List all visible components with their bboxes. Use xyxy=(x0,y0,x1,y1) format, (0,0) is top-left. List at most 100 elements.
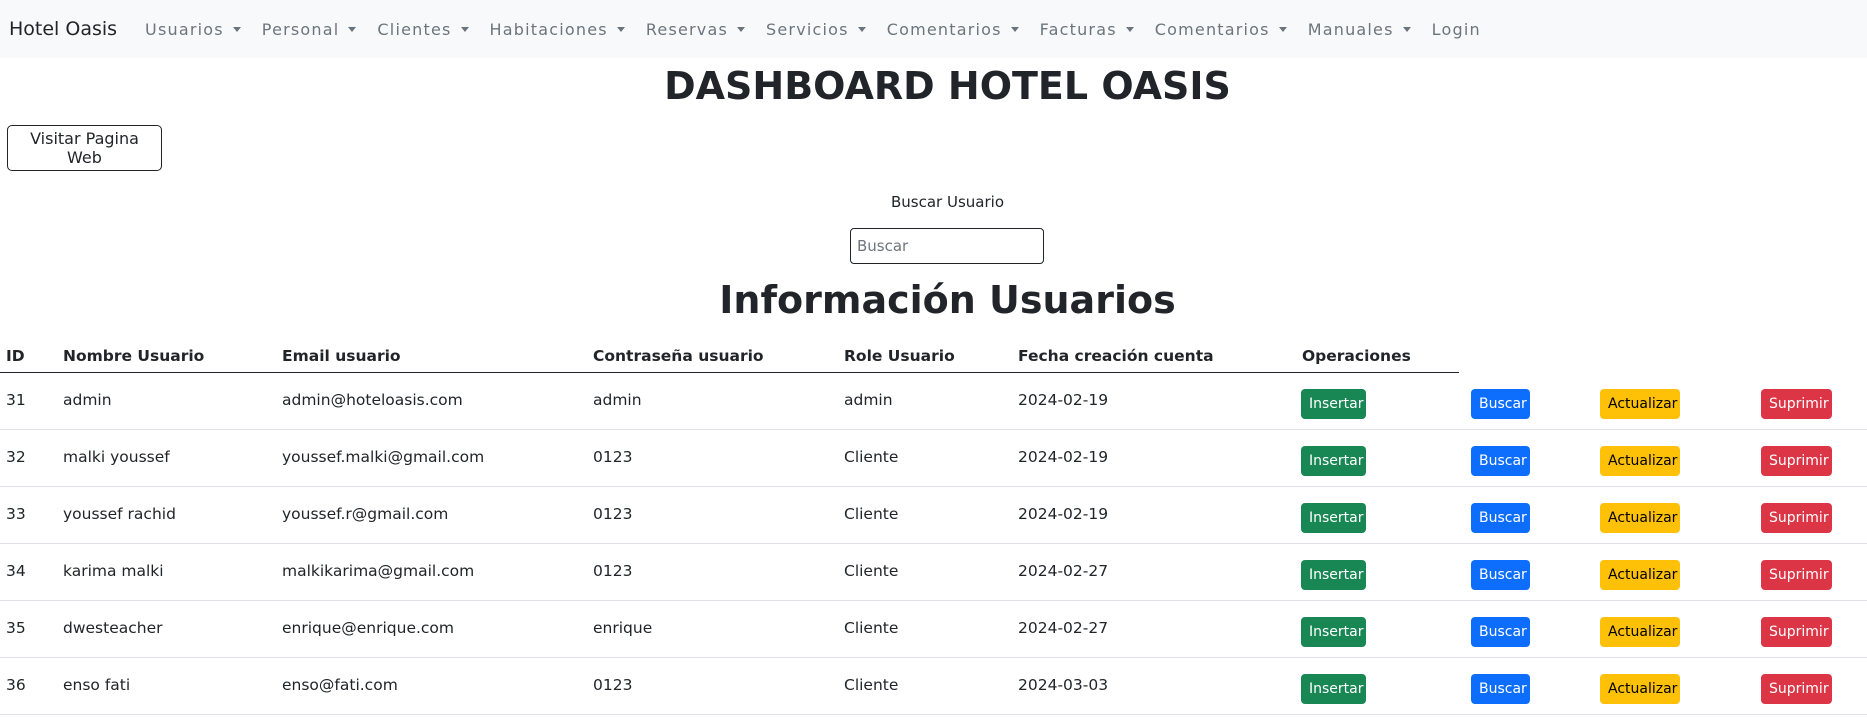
cell-role: admin xyxy=(844,391,893,409)
caret-down-icon xyxy=(1278,26,1287,32)
search-button[interactable]: Buscar xyxy=(1471,389,1530,419)
nav-item-reservas[interactable]: Reservas xyxy=(645,19,746,39)
cell-id: 36 xyxy=(6,676,26,694)
delete-button[interactable]: Suprimir xyxy=(1761,617,1832,647)
update-button[interactable]: Actualizar xyxy=(1600,446,1680,476)
cell-id: 35 xyxy=(6,619,26,637)
nav-menu: Usuarios Personal Clientes Habitaciones Rese… xyxy=(137,20,1494,39)
cell-role: Cliente xyxy=(844,448,899,466)
delete-button[interactable]: Suprimir xyxy=(1761,389,1832,419)
table-body: 31 admin admin@hoteloasis.com admin admin 202… xyxy=(0,373,1867,715)
search-button[interactable]: Buscar xyxy=(1471,674,1530,704)
table-row: 31 admin admin@hoteloasis.com admin admin 202… xyxy=(0,373,1867,430)
header-password: Contraseña usuario xyxy=(593,346,764,365)
insert-button[interactable]: Insertar xyxy=(1301,674,1366,704)
nav-item-label: Manuales xyxy=(1307,19,1394,39)
nav-item-servicios[interactable]: Servicios xyxy=(766,20,866,39)
cell-email: enso@fati.com xyxy=(282,676,398,694)
nav-item-label: Reservas xyxy=(645,19,729,39)
nav-item-label: Login xyxy=(1431,19,1481,39)
cell-id: 34 xyxy=(6,562,26,580)
insert-button[interactable]: Insertar xyxy=(1301,560,1366,590)
cell-id: 31 xyxy=(6,391,26,409)
caret-down-icon xyxy=(616,26,625,32)
update-button[interactable]: Actualizar xyxy=(1600,503,1680,533)
cell-email: youssef.r@gmail.com xyxy=(282,505,449,523)
cell-email: malkikarima@gmail.com xyxy=(282,562,475,580)
cell-role: Cliente xyxy=(844,562,899,580)
nav-item-clientes[interactable]: Clientes xyxy=(377,19,469,39)
cell-id: 33 xyxy=(6,505,26,523)
delete-button[interactable]: Suprimir xyxy=(1761,674,1832,704)
caret-down-icon xyxy=(1125,26,1134,32)
cell-password: admin xyxy=(593,391,642,409)
caret-down-icon xyxy=(737,26,746,32)
cell-role: Cliente xyxy=(844,505,899,523)
nav-item-label: Clientes xyxy=(377,19,452,39)
table-row: 34 karima malki malkikarima@gmail.com 0123 C… xyxy=(0,544,1867,601)
nav-item-personal[interactable]: Personal xyxy=(262,20,357,39)
cell-created: 2024-02-27 xyxy=(1018,562,1109,580)
insert-button[interactable]: Insertar xyxy=(1301,389,1366,419)
nav-item-login[interactable]: Login xyxy=(1432,20,1481,39)
header-operations: Operaciones xyxy=(1302,346,1411,365)
nav-item-habitaciones[interactable]: Habitaciones xyxy=(490,20,625,39)
table-row: 36 enso fati enso@fati.com 0123 Cliente 2024-… xyxy=(0,658,1867,715)
cell-email: admin@hoteloasis.com xyxy=(282,391,463,409)
nav-item-label: Usuarios xyxy=(145,19,224,39)
delete-button[interactable]: Suprimir xyxy=(1761,503,1832,533)
search-input[interactable] xyxy=(850,228,1044,264)
update-button[interactable]: Actualizar xyxy=(1600,674,1680,704)
navbar: Hotel Oasis Usuarios Personal Clientes Habi… xyxy=(0,0,1867,58)
cell-name: admin xyxy=(63,391,112,409)
cell-email: enrique@enrique.com xyxy=(282,619,455,637)
header-id: ID xyxy=(6,346,25,365)
header-created: Fecha creación cuenta xyxy=(1018,346,1214,365)
nav-item-label: Personal xyxy=(261,19,340,39)
caret-down-icon xyxy=(348,26,357,32)
delete-button[interactable]: Suprimir xyxy=(1761,446,1832,476)
nav-item-facturas[interactable]: Facturas xyxy=(1040,20,1134,39)
nav-item-comentarios[interactable]: Comentarios xyxy=(1155,20,1287,39)
search-button[interactable]: Buscar xyxy=(1471,446,1530,476)
caret-down-icon xyxy=(460,26,469,32)
cell-name: karima malki xyxy=(63,562,164,580)
cell-id: 32 xyxy=(6,448,26,466)
caret-down-icon xyxy=(232,26,241,32)
insert-button[interactable]: Insertar xyxy=(1301,617,1366,647)
nav-item-label: Servicios xyxy=(766,19,849,39)
nav-item-label: Facturas xyxy=(1039,19,1117,39)
update-button[interactable]: Actualizar xyxy=(1600,560,1680,590)
insert-button[interactable]: Insertar xyxy=(1301,446,1366,476)
cell-role: Cliente xyxy=(844,676,899,694)
update-button[interactable]: Actualizar xyxy=(1600,389,1680,419)
cell-role: Cliente xyxy=(844,619,899,637)
cell-created: 2024-02-19 xyxy=(1018,505,1109,523)
cell-password: 0123 xyxy=(593,505,633,523)
table-row: 33 youssef rachid youssef.r@gmail.com 0123 C… xyxy=(0,487,1867,544)
insert-button[interactable]: Insertar xyxy=(1301,503,1366,533)
nav-item-label: Comentarios xyxy=(1154,19,1270,39)
cell-created: 2024-03-03 xyxy=(1018,676,1109,694)
search-label: Buscar Usuario xyxy=(891,193,1004,211)
header-role: Role Usuario xyxy=(844,346,955,365)
search-button[interactable]: Buscar xyxy=(1471,503,1530,533)
update-button[interactable]: Actualizar xyxy=(1600,617,1680,647)
nav-item-comentarios[interactable]: Comentarios xyxy=(887,20,1019,39)
cell-password: 0123 xyxy=(593,676,633,694)
cell-name: enso fati xyxy=(63,676,131,694)
table-row: 35 dwesteacher enrique@enrique.com enrique C… xyxy=(0,601,1867,658)
search-button[interactable]: Buscar xyxy=(1471,560,1530,590)
visit-website-button[interactable]: Visitar Pagina Web xyxy=(7,125,162,171)
search-button[interactable]: Buscar xyxy=(1471,617,1530,647)
caret-down-icon xyxy=(1010,26,1019,32)
nav-item-label: Habitaciones xyxy=(489,19,608,39)
navbar-brand[interactable]: Hotel Oasis xyxy=(9,18,117,40)
delete-button[interactable]: Suprimir xyxy=(1761,560,1832,590)
section-title: Información Usuarios xyxy=(719,278,1176,322)
table-header: ID Nombre Usuario Email usuario Contrase… xyxy=(0,339,1459,373)
page-title: DASHBOARD HOTEL OASIS xyxy=(664,64,1231,108)
nav-item-usuarios[interactable]: Usuarios xyxy=(145,20,241,39)
header-name: Nombre Usuario xyxy=(63,346,205,365)
nav-item-manuales[interactable]: Manuales xyxy=(1308,20,1411,39)
